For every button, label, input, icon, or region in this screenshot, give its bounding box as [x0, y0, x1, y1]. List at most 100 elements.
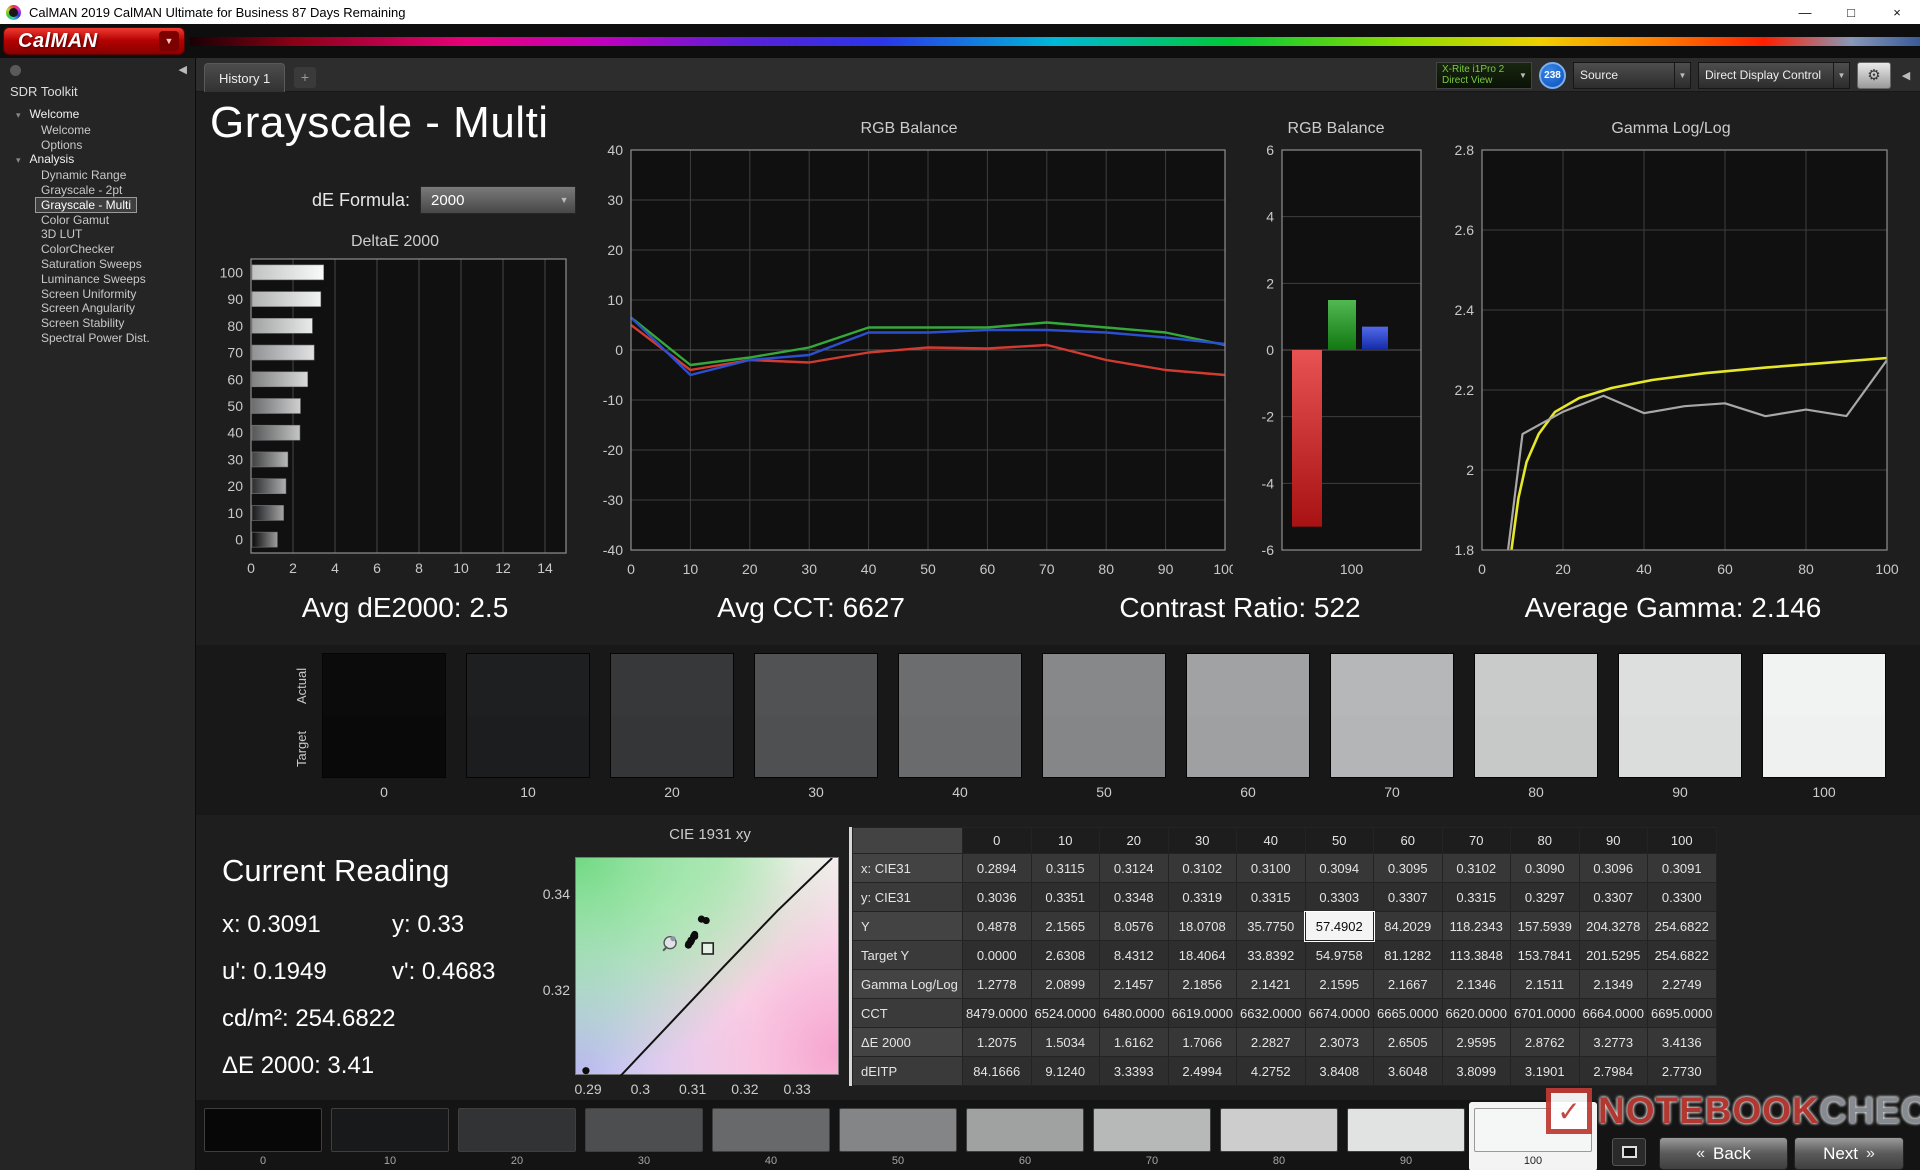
sidebar-item-options[interactable]: Options: [0, 138, 195, 153]
add-tab-button[interactable]: +: [294, 67, 316, 88]
table-cell: 2.2827: [1237, 1028, 1306, 1057]
sidebar-item-analysis[interactable]: ▾ Analysis: [0, 152, 195, 168]
patch-button-50[interactable]: 50: [839, 1108, 957, 1167]
swatch-patch: [1762, 653, 1886, 778]
table-cell: 2.6505: [1374, 1028, 1443, 1057]
sidebar-item-saturation-sweeps[interactable]: Saturation Sweeps: [0, 257, 195, 272]
sidebar-collapse-icon[interactable]: ◀: [179, 63, 187, 76]
svg-text:10: 10: [453, 560, 469, 576]
de-bar-60: [252, 372, 308, 387]
display-control-dropdown[interactable]: Direct Display Control ▼: [1698, 62, 1850, 89]
swatch-level-label: 50: [1042, 784, 1166, 800]
patch-row: 0102030405060708090100: [204, 1108, 1592, 1167]
sidebar: ◀ SDR Toolkit ▾WelcomeWelcomeOptions▾Ana…: [0, 58, 196, 1170]
svg-text:20: 20: [607, 242, 623, 258]
next-button[interactable]: Next »: [1794, 1137, 1904, 1170]
svg-text:2.6: 2.6: [1455, 222, 1475, 238]
meter-name: X-Rite i1Pro 2: [1442, 64, 1515, 75]
table-cell: 2.1421: [1237, 970, 1306, 999]
sidebar-item-welcome[interactable]: ▾Welcome: [0, 107, 195, 123]
sidebar-item-welcome[interactable]: Welcome: [0, 123, 195, 138]
patch-button-0[interactable]: 0: [204, 1108, 322, 1167]
table-cell: 0.4878: [963, 912, 1032, 941]
logo-menu-caret-icon[interactable]: ▼: [159, 31, 179, 51]
sidebar-item-color-gamut[interactable]: Color Gamut: [0, 213, 195, 228]
patch-button-20[interactable]: 20: [458, 1108, 576, 1167]
source-dropdown[interactable]: Source ▼: [1573, 62, 1691, 89]
de-formula-select[interactable]: 2000 ▼: [420, 186, 576, 214]
sidebar-pin-button[interactable]: [10, 65, 21, 76]
svg-text:80: 80: [1798, 561, 1814, 577]
notebookcheck-logo-icon: ✓: [1546, 1088, 1592, 1134]
cie-x-tick: 0.31: [673, 1081, 713, 1097]
svg-text:60: 60: [1717, 561, 1733, 577]
patch-button-80[interactable]: 80: [1220, 1108, 1338, 1167]
swatch-level-label: 60: [1186, 784, 1310, 800]
patch-button-30[interactable]: 30: [585, 1108, 703, 1167]
window-controls: — □ ×: [1782, 0, 1920, 24]
svg-text:40: 40: [1636, 561, 1652, 577]
svg-text:10: 10: [683, 561, 699, 577]
panel-collapse-icon[interactable]: ◀: [1898, 69, 1914, 82]
sidebar-item-screen-uniformity[interactable]: Screen Uniformity: [0, 287, 195, 302]
patch-button-10[interactable]: 10: [331, 1108, 449, 1167]
sidebar-item-luminance-sweeps[interactable]: Luminance Sweeps: [0, 272, 195, 287]
chevron-down-icon: ▼: [553, 195, 575, 205]
maximize-button[interactable]: □: [1828, 0, 1874, 24]
table-cell: 81.1282: [1374, 941, 1443, 970]
grayscale-swatch-20: 20: [610, 653, 734, 800]
table-cell: 2.8762: [1511, 1028, 1580, 1057]
table-cell: 2.9595: [1442, 1028, 1511, 1057]
watermark-check: CHECK: [1820, 1090, 1920, 1131]
swatch-patch: [1042, 653, 1166, 778]
sidebar-item-label: Screen Uniformity: [36, 287, 141, 301]
sidebar-item-grayscale-2pt[interactable]: Grayscale - 2pt: [0, 183, 195, 198]
table-col-header-40: 40: [1237, 828, 1306, 854]
calman-logo[interactable]: CalMAN ▼: [3, 27, 185, 55]
svg-text:80: 80: [1098, 561, 1114, 577]
svg-text:4: 4: [1266, 209, 1274, 225]
sidebar-item-3d-lut[interactable]: 3D LUT: [0, 227, 195, 242]
display-control-label: Direct Display Control: [1699, 68, 1833, 82]
patch-level-label: 90: [1347, 1155, 1465, 1167]
sidebar-item-dynamic-range[interactable]: Dynamic Range: [0, 168, 195, 183]
gamma-plot: 0204060801002.82.62.42.221.8: [1436, 142, 1906, 590]
pattern-window-button[interactable]: [1612, 1138, 1646, 1166]
sidebar-item-grayscale-multi[interactable]: Grayscale - Multi: [0, 198, 195, 213]
sidebar-item-label: Analysis: [25, 152, 80, 166]
expand-icon[interactable]: ▾: [16, 155, 21, 165]
close-button[interactable]: ×: [1874, 0, 1920, 24]
meter-count-badge[interactable]: 238: [1539, 62, 1566, 89]
meter-dropdown[interactable]: X-Rite i1Pro 2 Direct View ▼: [1436, 62, 1532, 89]
grayscale-swatch-30: 30: [754, 653, 878, 800]
de-formula-value: 2000: [421, 192, 553, 209]
swatch-level-label: 30: [754, 784, 878, 800]
settings-gear-button[interactable]: ⚙: [1857, 62, 1891, 89]
de-bar-30: [252, 452, 288, 467]
grayscale-swatch-0: 0: [322, 653, 446, 800]
de-bar-80: [252, 318, 312, 333]
sidebar-item-label: Saturation Sweeps: [36, 257, 147, 271]
patch-button-70[interactable]: 70: [1093, 1108, 1211, 1167]
sidebar-item-screen-stability[interactable]: Screen Stability: [0, 316, 195, 331]
patch-button-40[interactable]: 40: [712, 1108, 830, 1167]
sidebar-item-screen-angularity[interactable]: Screen Angularity: [0, 301, 195, 316]
sidebar-item-spectral-power-dist[interactable]: Spectral Power Dist.: [0, 331, 195, 346]
table-cell: 2.1856: [1168, 970, 1237, 999]
sidebar-item-colorchecker[interactable]: ColorChecker: [0, 242, 195, 257]
de-formula-label: dE Formula:: [312, 190, 410, 211]
swatch-patch: [610, 653, 734, 778]
swatch-row: 0102030405060708090100: [322, 653, 1886, 800]
patch-button-60[interactable]: 60: [966, 1108, 1084, 1167]
back-button[interactable]: « Back: [1659, 1137, 1788, 1170]
grayscale-swatch-10: 10: [466, 653, 590, 800]
svg-text:14: 14: [537, 560, 553, 576]
minimize-button[interactable]: —: [1782, 0, 1828, 24]
patch-button-90[interactable]: 90: [1347, 1108, 1465, 1167]
svg-text:100: 100: [1340, 561, 1364, 577]
table-cell: 0.2894: [963, 854, 1032, 883]
expand-icon[interactable]: ▾: [16, 110, 21, 120]
table-cell: 1.2075: [963, 1028, 1032, 1057]
tab-history-1[interactable]: History 1: [204, 63, 285, 92]
svg-text:-10: -10: [603, 392, 623, 408]
